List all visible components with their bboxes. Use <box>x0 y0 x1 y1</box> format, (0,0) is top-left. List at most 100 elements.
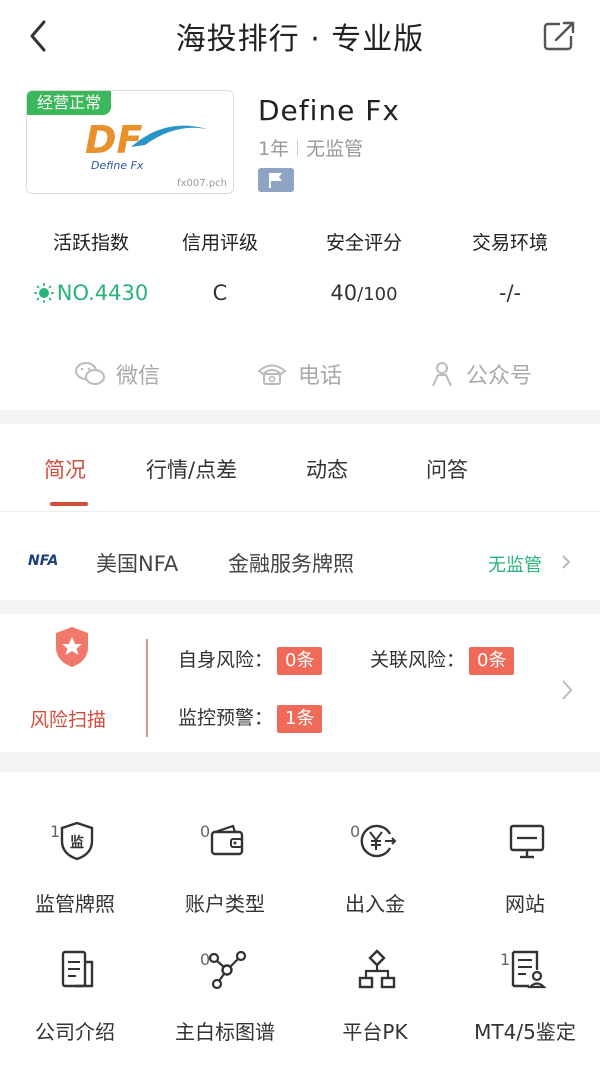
grid-item-deposit-withdraw[interactable]: 0 出入金 <box>300 800 450 920</box>
broker-name: Define Fx <box>258 94 400 127</box>
certificate-icon <box>511 950 547 989</box>
logo-code: fx007.pch <box>177 178 227 189</box>
item-label: MT4/5鉴定 <box>474 1020 576 1044</box>
broker-regulation: 无监管 <box>306 138 364 160</box>
tab-overview[interactable]: 简况 <box>44 454 86 484</box>
person-icon <box>432 362 452 387</box>
grid-item-website[interactable]: 网站 <box>450 800 600 920</box>
meta-divider <box>297 140 299 156</box>
license-status: 无监管 <box>488 555 542 576</box>
stat-label: 信用评级 <box>181 232 258 254</box>
grid-item-platform-pk[interactable]: 平台PK <box>300 928 450 1048</box>
stat-value: 40/100 <box>289 281 439 305</box>
related-risk-label: 关联风险： <box>370 649 466 671</box>
feature-grid: 1 监 监管牌照 0 账户类型 0 出入金 网站 公司介绍 0 主白标图谱 平台… <box>0 800 600 1060</box>
stat-label: 交易环境 <box>471 232 548 254</box>
share-icon <box>543 21 575 51</box>
risk-scan-title: 风险扫描 <box>30 709 107 731</box>
safety-score: 40 <box>330 281 358 305</box>
risk-scan-panel[interactable]: 风险扫描 自身风险： 0条 关联风险： 0条 监控预警： 1条 <box>0 625 600 750</box>
nfa-logo: NFA <box>28 553 59 569</box>
item-label: 账户类型 <box>185 892 265 916</box>
broker-summary: 经营正常 DF Define Fx fx007.pch Define Fx 1年… <box>0 82 600 212</box>
logo-mark: DF <box>85 118 143 162</box>
item-label: 主白标图谱 <box>175 1020 275 1044</box>
hierarchy-icon <box>358 949 396 989</box>
status-badge: 经营正常 <box>27 91 112 115</box>
item-label: 平台PK <box>342 1020 408 1044</box>
activity-rank: NO.4430 <box>56 281 149 305</box>
phone-icon <box>257 364 287 385</box>
stat-label: 活跃指数 <box>52 232 129 254</box>
flag-icon <box>269 173 282 188</box>
section-divider <box>0 752 600 772</box>
document-icon <box>61 950 94 988</box>
logo-subtext: Define Fx <box>91 159 144 172</box>
safety-score-max: /100 <box>357 284 398 305</box>
chevron-right-icon <box>562 555 571 569</box>
own-risk-count: 0条 <box>277 647 323 675</box>
monitor-warning-label: 监控预警： <box>178 707 274 729</box>
item-label: 网站 <box>505 892 545 916</box>
share-button[interactable] <box>540 18 580 54</box>
network-graph-icon <box>208 950 247 990</box>
own-risk: 自身风险： 0条 <box>178 645 323 675</box>
section-divider <box>0 410 600 424</box>
official-account-button[interactable]: 公众号 <box>428 350 532 398</box>
stats-row: 活跃指数 NO.4430 信用评级 C 安全评分 40/100 交易环境 -/- <box>0 228 600 318</box>
broker-logo-card: 经营正常 DF Define Fx fx007.pch <box>26 90 234 194</box>
license-region: 美国NFA <box>96 552 179 576</box>
stat-environment: 交易环境 -/- <box>435 228 585 305</box>
wechat-button[interactable]: 微信 <box>74 350 160 398</box>
wechat-icon <box>75 362 105 385</box>
stat-value: NO.4430 <box>16 281 166 305</box>
grid-item-mt-verification[interactable]: 1 MT4/5鉴定 <box>450 928 600 1048</box>
item-label: 出入金 <box>345 892 405 916</box>
monitor-warning: 监控预警： 1条 <box>178 703 323 733</box>
phone-button[interactable]: 电话 <box>256 350 342 398</box>
monitor-icon <box>509 824 545 859</box>
broker-logo: DF Define Fx <box>85 118 207 172</box>
svg-text:监: 监 <box>70 834 84 851</box>
flag-badge <box>258 168 294 192</box>
yen-transfer-icon <box>360 824 397 858</box>
wechat-label: 微信 <box>116 364 161 389</box>
stat-value: C <box>212 281 228 305</box>
item-label: 监管牌照 <box>35 892 115 916</box>
top-bar: 海投排行 · 专业版 <box>0 0 600 72</box>
stat-credit: 信用评级 C <box>145 228 295 305</box>
stat-value: -/- <box>498 281 522 305</box>
broker-meta: 1年 无监管 <box>258 134 363 161</box>
sun-icon <box>33 283 54 303</box>
stat-activity: 活跃指数 NO.4430 <box>16 228 166 305</box>
grid-item-account-types[interactable]: 0 账户类型 <box>150 800 300 920</box>
own-risk-label: 自身风险： <box>178 649 274 671</box>
phone-label: 电话 <box>298 364 343 389</box>
tab-qa[interactable]: 问答 <box>426 454 468 484</box>
wallet-icon <box>210 824 244 856</box>
contact-row: 微信 电话 公众号 <box>0 350 600 398</box>
official-account-label: 公众号 <box>466 364 533 389</box>
section-divider <box>0 600 600 614</box>
grid-item-white-label-graph[interactable]: 0 主白标图谱 <box>150 928 300 1048</box>
stat-label: 安全评分 <box>325 232 402 254</box>
stat-safety: 安全评分 40/100 <box>289 228 439 305</box>
related-risk-count: 0条 <box>469 647 515 675</box>
risk-divider <box>146 639 148 737</box>
tab-bar: 简况 行情/点差 动态 问答 <box>0 432 600 512</box>
chevron-right-icon <box>562 680 573 700</box>
tab-news[interactable]: 动态 <box>306 454 348 484</box>
license-type: 金融服务牌照 <box>228 552 354 576</box>
page-title: 海投排行 · 专业版 <box>175 22 425 57</box>
active-tab-indicator <box>50 502 88 506</box>
grid-item-regulation[interactable]: 1 监 监管牌照 <box>0 800 150 920</box>
item-label: 公司介绍 <box>35 1020 115 1044</box>
related-risk: 关联风险： 0条 <box>370 645 515 675</box>
grid-item-company-intro[interactable]: 公司介绍 <box>0 928 150 1048</box>
tab-quotes[interactable]: 行情/点差 <box>146 454 237 484</box>
risk-shield-icon <box>56 627 88 667</box>
broker-years: 1年 <box>258 138 290 160</box>
monitor-warning-count: 1条 <box>277 705 323 733</box>
regulation-shield-icon: 监 <box>60 821 94 861</box>
license-row[interactable]: NFA 美国NFA 金融服务牌照 无监管 <box>0 530 600 596</box>
